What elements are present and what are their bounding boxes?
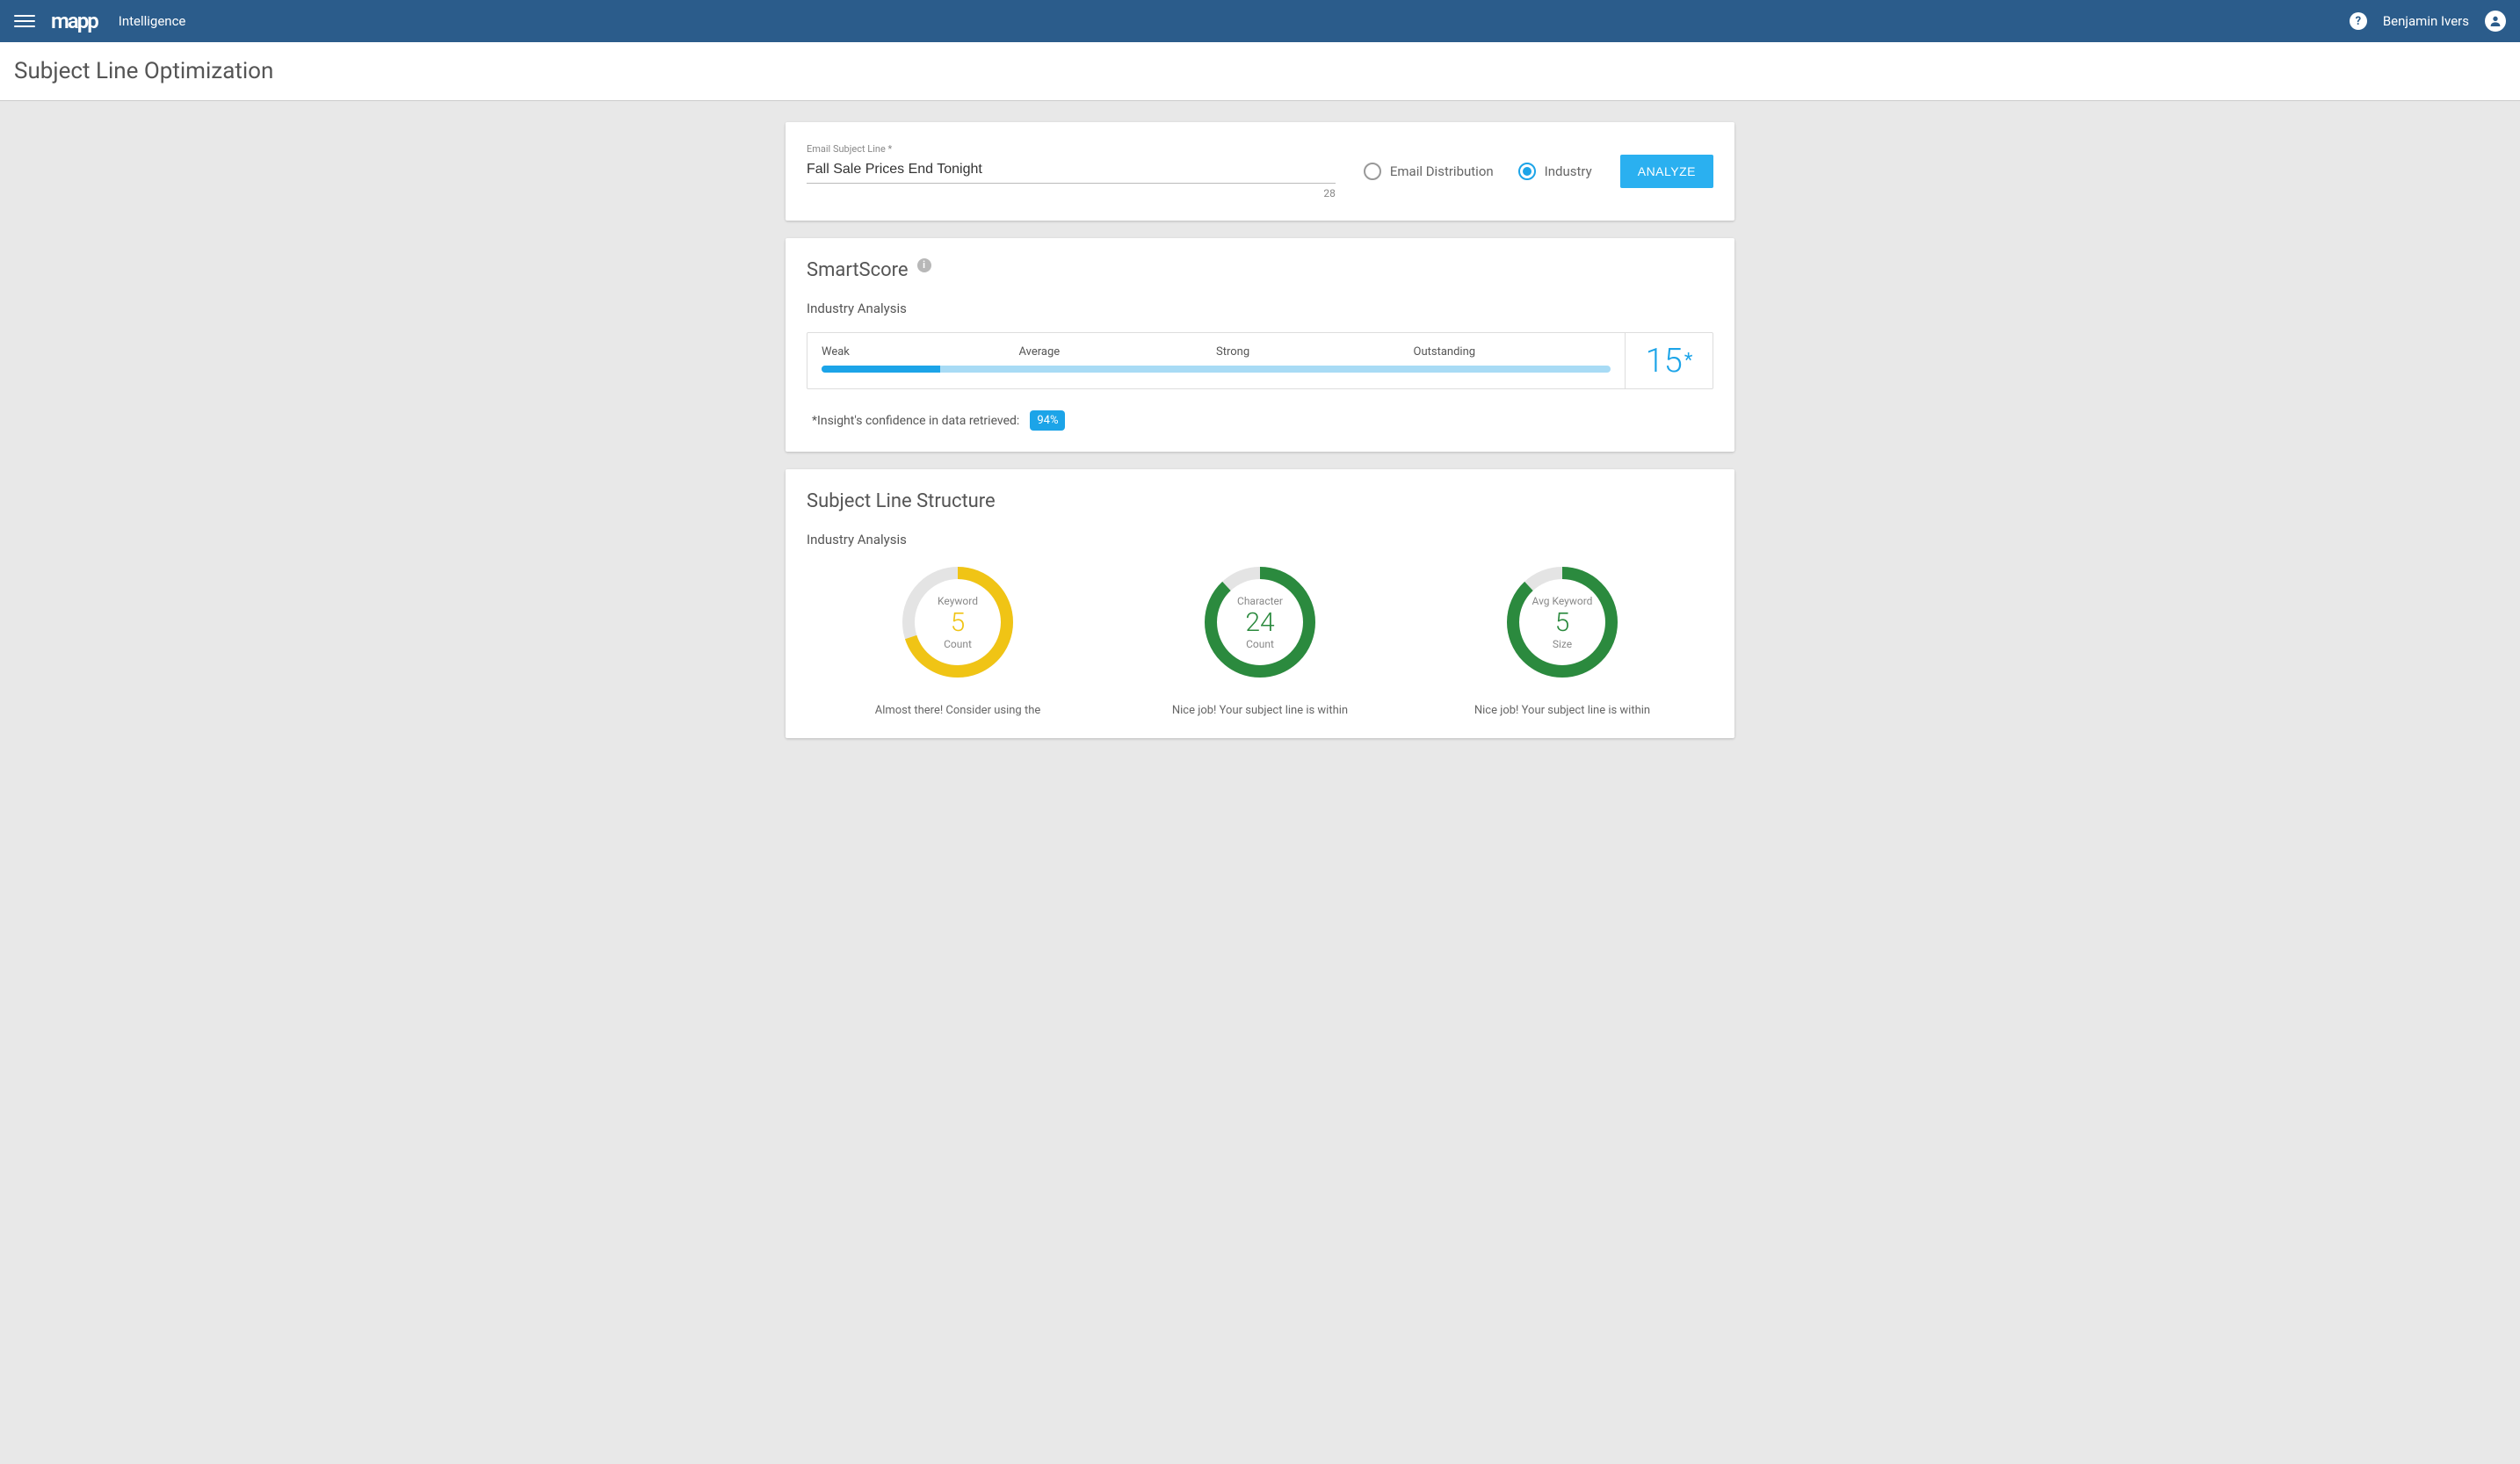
- subject-field-label: Email Subject Line *: [807, 143, 1336, 155]
- help-icon[interactable]: ?: [2350, 12, 2367, 30]
- donut-metric-1: Character24Count Nice job! Your subject l…: [1124, 563, 1396, 717]
- score-progress-fill: [822, 366, 940, 373]
- analysis-mode-radio-group: Email Distribution Industry: [1364, 163, 1592, 180]
- donut-metric-2: Avg Keyword5Size Nice job! Your subject l…: [1426, 563, 1698, 717]
- radio-email-distribution[interactable]: Email Distribution: [1364, 163, 1494, 180]
- subject-input-card: Email Subject Line * 28 Email Distributi…: [786, 122, 1734, 221]
- metric-caption: Nice job! Your subject line is within: [1474, 704, 1650, 717]
- donut-row: Keyword5CountAlmost there! Consider usin…: [807, 563, 1713, 717]
- metric-caption: Nice job! Your subject line is within: [1172, 704, 1348, 717]
- confidence-label: *Insight's confidence in data retrieved:: [812, 414, 1019, 428]
- donut-chart: Character24Count: [1201, 563, 1319, 681]
- char-counter: 28: [807, 187, 1336, 199]
- smartscore-subtitle: Industry Analysis: [807, 301, 1713, 316]
- radio-checked-icon: [1518, 163, 1536, 180]
- score-value: 15: [1646, 344, 1683, 378]
- structure-title: Subject Line Structure: [807, 490, 996, 512]
- main-content: Email Subject Line * 28 Email Distributi…: [0, 101, 2520, 773]
- score-value-box: 15*: [1625, 333, 1713, 388]
- donut-metric-0: Keyword5Count Almost there! Consider usin…: [822, 563, 1094, 717]
- radio-industry-label: Industry: [1545, 163, 1592, 179]
- confidence-badge: 94%: [1030, 410, 1065, 431]
- score-progress-track: [822, 366, 1611, 373]
- smartscore-title: SmartScore: [807, 259, 909, 281]
- username-label: Benjamin Ivers: [2383, 13, 2469, 29]
- metric-value: 24: [1245, 607, 1274, 638]
- metric-top-label: Avg Keyword: [1532, 595, 1593, 607]
- score-box: Weak Average Strong Outstanding 15*: [807, 332, 1713, 389]
- metric-bottom-label: Count: [944, 638, 972, 650]
- metric-top-label: Keyword: [938, 595, 978, 607]
- donut-chart: Keyword5Count: [899, 563, 1017, 681]
- structure-subtitle: Industry Analysis: [807, 532, 1713, 547]
- menu-icon[interactable]: [14, 11, 35, 32]
- score-asterisk: *: [1684, 350, 1692, 372]
- metric-bottom-label: Count: [1246, 638, 1274, 650]
- info-icon[interactable]: i: [917, 258, 931, 272]
- brand-logo: mapp: [51, 9, 98, 33]
- radio-unchecked-icon: [1364, 163, 1381, 180]
- metric-top-label: Character: [1237, 595, 1283, 607]
- user-avatar-icon[interactable]: [2485, 11, 2506, 32]
- subject-input[interactable]: [807, 158, 1336, 184]
- analyze-button[interactable]: ANALYZE: [1620, 155, 1713, 188]
- metric-value: 5: [951, 607, 966, 638]
- topbar: mapp Intelligence ? Benjamin Ivers: [0, 0, 2520, 42]
- page-title-bar: Subject Line Optimization: [0, 42, 2520, 101]
- donut-chart: Avg Keyword5Size: [1503, 563, 1621, 681]
- structure-card: Subject Line Structure Industry Analysis…: [786, 469, 1734, 738]
- product-name: Intelligence: [119, 13, 186, 29]
- radio-industry[interactable]: Industry: [1518, 163, 1592, 180]
- metric-bottom-label: Size: [1553, 638, 1572, 650]
- page-title: Subject Line Optimization: [14, 58, 2506, 84]
- radio-email-dist-label: Email Distribution: [1390, 163, 1494, 179]
- smartscore-card: SmartScore i Industry Analysis Weak Aver…: [786, 238, 1734, 452]
- score-scale-labels: Weak Average Strong Outstanding: [822, 345, 1611, 359]
- metric-value: 5: [1555, 607, 1570, 638]
- metric-caption: Almost there! Consider using the: [875, 704, 1041, 717]
